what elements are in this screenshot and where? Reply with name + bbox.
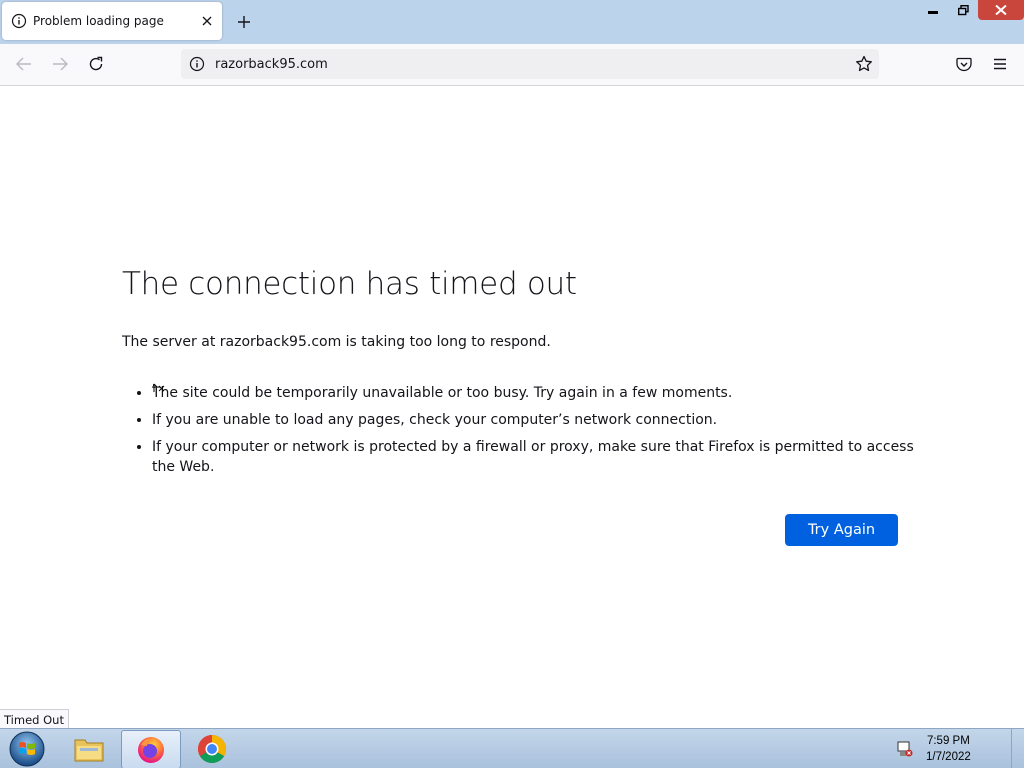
error-description: The server at razorback95.com is taking … <box>122 334 551 350</box>
reload-icon <box>89 56 103 71</box>
error-suggestions-list: The site could be temporarily unavailabl… <box>122 383 932 484</box>
info-icon <box>11 13 27 29</box>
menu-button[interactable] <box>985 50 1015 78</box>
taskbar-explorer[interactable] <box>60 730 118 767</box>
start-button[interactable] <box>6 731 48 767</box>
tab-title: Problem loading page <box>33 14 164 28</box>
taskbar-firefox[interactable] <box>121 730 181 768</box>
taskbar: 7:59 PM 1/7/2022 <box>0 728 1024 768</box>
clock-date: 1/7/2022 <box>926 751 971 763</box>
tab-problem-loading[interactable]: Problem loading page <box>2 2 222 40</box>
close-window-button[interactable] <box>978 0 1024 20</box>
list-item: If your computer or network is protected… <box>152 437 932 477</box>
error-title: The connection has timed out <box>122 266 577 302</box>
reload-button[interactable] <box>81 50 111 78</box>
bookmark-star-icon[interactable] <box>855 55 873 73</box>
minimize-button[interactable] <box>918 0 948 20</box>
list-item: If you are unable to load any pages, che… <box>152 410 932 430</box>
network-icon[interactable] <box>896 740 914 758</box>
url-bar[interactable]: razorback95.com <box>181 49 879 79</box>
close-icon <box>995 5 1007 15</box>
windows-start-orb-icon <box>9 731 45 767</box>
pocket-button[interactable] <box>949 50 979 78</box>
close-tab-icon[interactable] <box>195 9 219 33</box>
plus-icon <box>238 16 250 28</box>
new-tab-button[interactable] <box>232 10 256 34</box>
status-panel: Timed Out <box>0 709 69 730</box>
mouse-cursor-icon <box>153 383 165 392</box>
restore-button[interactable] <box>948 0 978 20</box>
clock[interactable]: 7:59 PM 1/7/2022 <box>926 733 971 765</box>
minimize-icon <box>928 11 938 14</box>
navigation-toolbar: razorback95.com <box>0 44 1024 86</box>
firefox-icon <box>138 736 164 763</box>
chrome-icon <box>198 734 226 763</box>
show-desktop-button[interactable] <box>1011 729 1024 768</box>
try-again-button[interactable]: Try Again <box>785 514 898 546</box>
arrow-right-icon <box>53 57 68 71</box>
pocket-icon <box>956 57 972 71</box>
folder-icon <box>74 739 104 761</box>
taskbar-chrome[interactable] <box>183 730 241 767</box>
clock-time: 7:59 PM <box>926 735 970 747</box>
system-tray: 7:59 PM 1/7/2022 <box>896 729 1012 768</box>
window-controls <box>918 0 1024 22</box>
list-item: The site could be temporarily unavailabl… <box>152 383 932 403</box>
site-info-icon[interactable] <box>189 56 205 72</box>
url-text[interactable]: razorback95.com <box>215 57 328 72</box>
hamburger-menu-icon <box>994 58 1006 70</box>
restore-icon <box>957 4 969 15</box>
arrow-left-icon <box>16 57 31 71</box>
back-button[interactable] <box>9 50 39 78</box>
forward-button[interactable] <box>45 50 75 78</box>
tab-strip: Problem loading page <box>0 0 1024 44</box>
